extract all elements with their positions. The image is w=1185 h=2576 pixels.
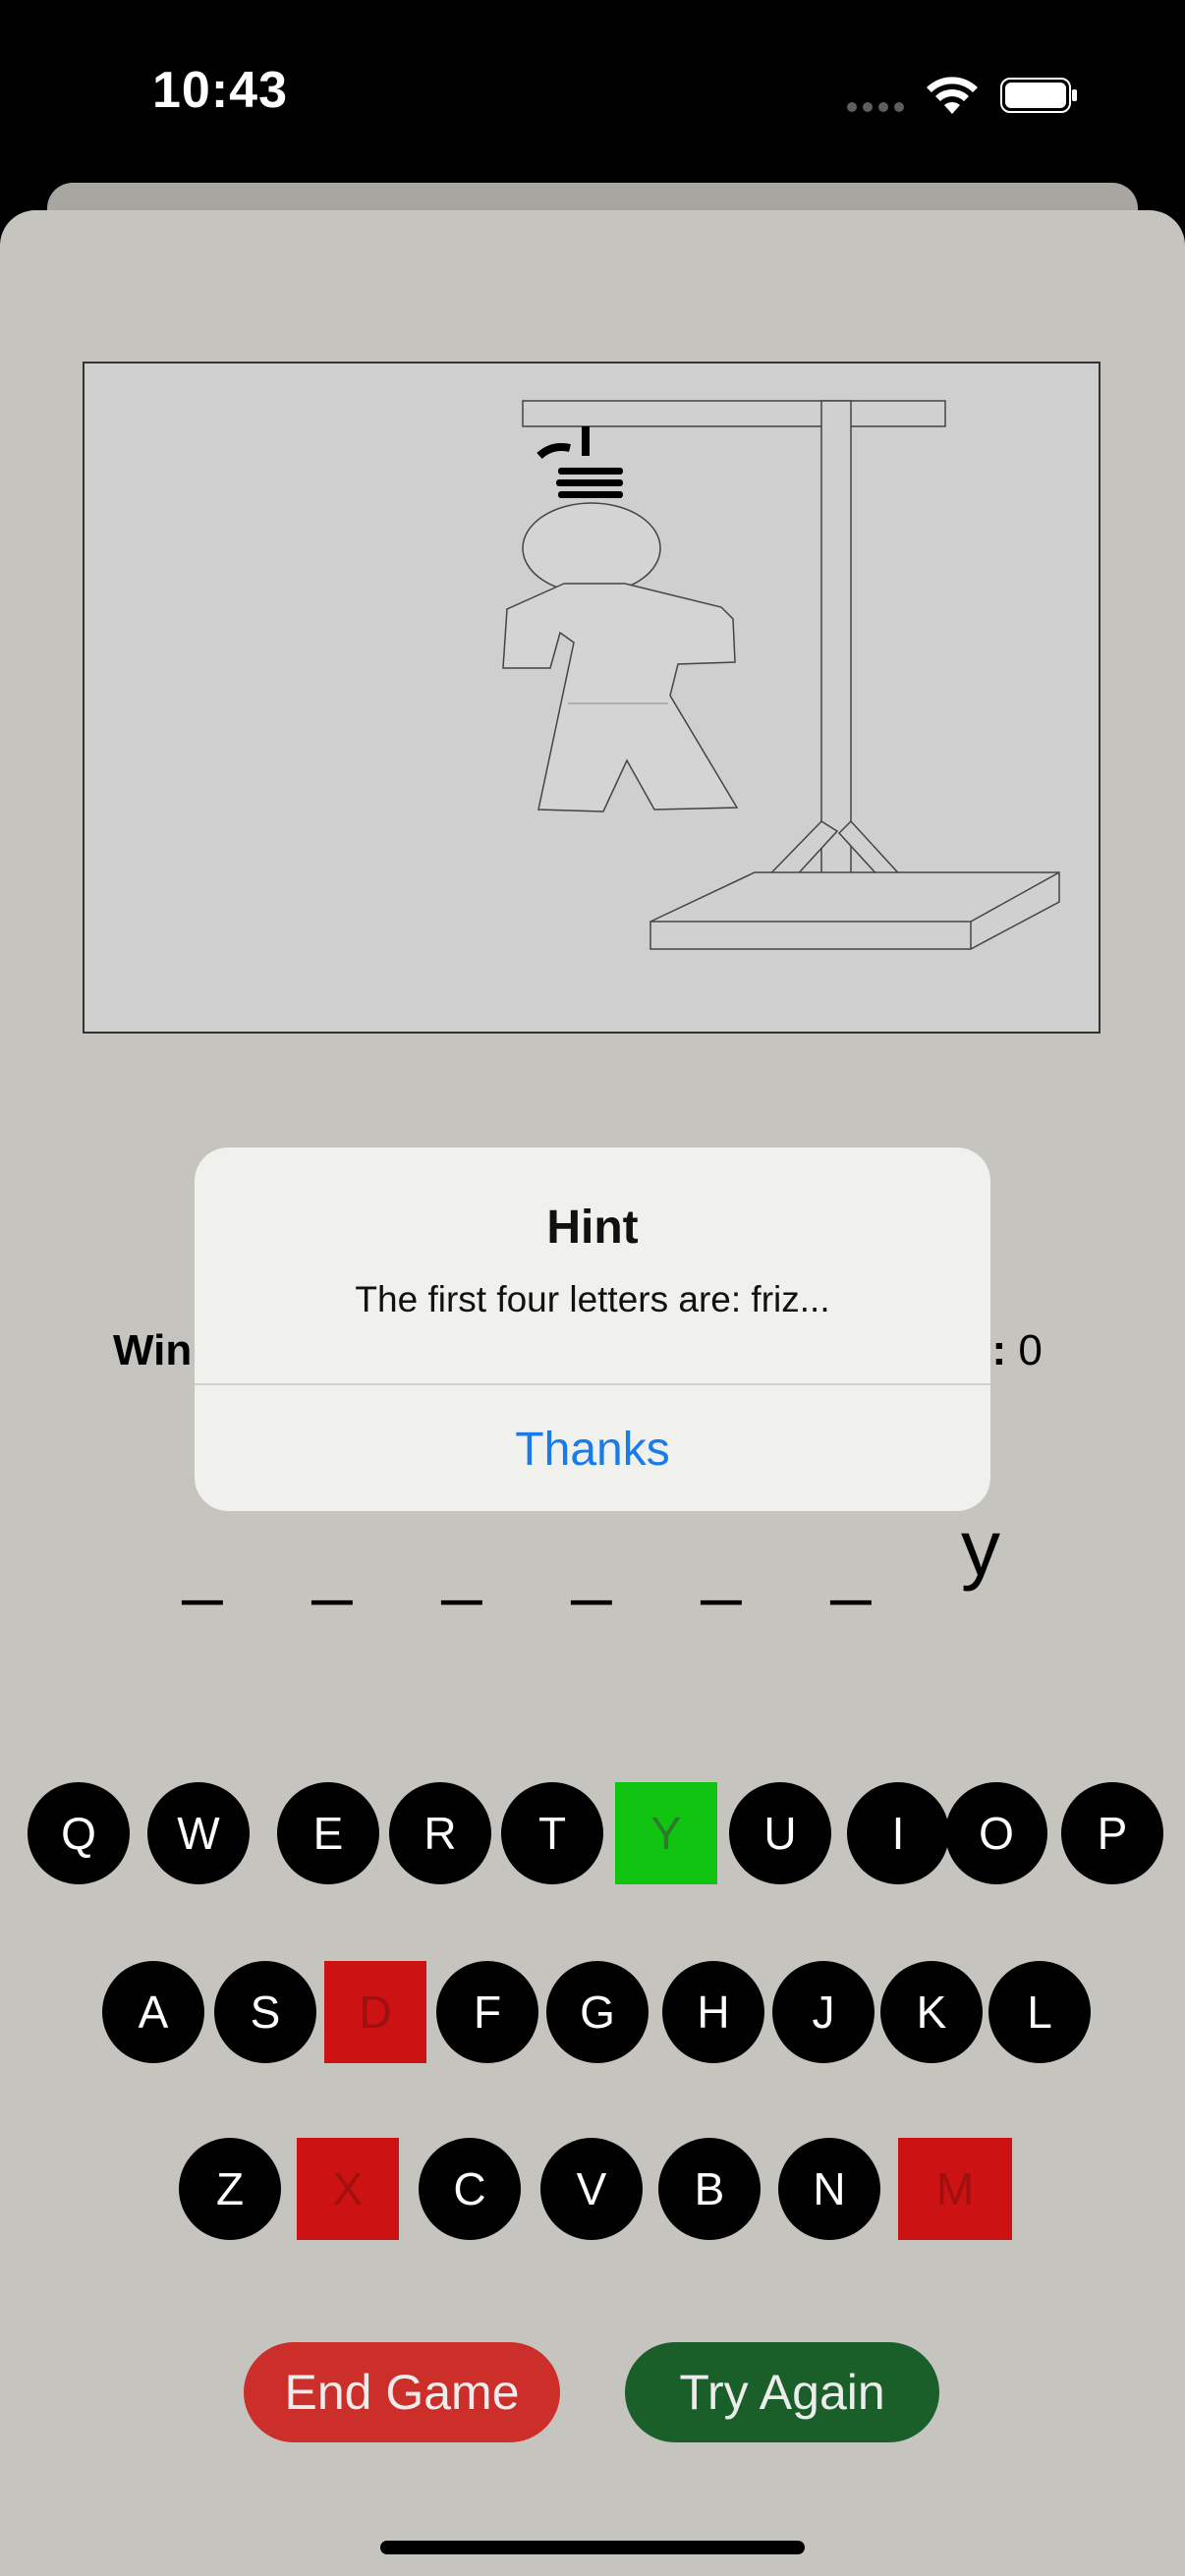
key-g[interactable]: G [546,1961,649,2063]
word-display: _ _ _ _ _ _ [167,1527,1022,1635]
key-s[interactable]: S [214,1961,316,2063]
key-p[interactable]: P [1061,1782,1163,1884]
key-n[interactable]: N [778,2138,880,2240]
key-m[interactable]: M [898,2138,1012,2240]
key-t[interactable]: T [501,1782,603,1884]
key-c[interactable]: C [419,2138,521,2240]
key-x[interactable]: X [297,2138,399,2240]
word-slot: _ [182,1528,223,1606]
key-u[interactable]: U [729,1782,831,1884]
word-slot: _ [571,1528,612,1606]
key-v[interactable]: V [540,2138,643,2240]
key-i[interactable]: I [847,1782,949,1884]
key-r[interactable]: R [389,1782,491,1884]
alert-title: Hint [546,1202,639,1254]
key-y[interactable]: Y [615,1782,717,1884]
key-d[interactable]: D [324,1961,426,2063]
key-f[interactable]: F [436,1961,538,2063]
key-j[interactable]: J [772,1961,875,2063]
key-q[interactable]: Q [28,1782,130,1884]
key-b[interactable]: B [658,2138,761,2240]
hint-alert: Hint The first four letters are: friz...… [195,1148,990,1511]
signal-dots-icon [847,102,906,114]
wifi-icon [927,77,978,114]
key-e[interactable]: E [277,1782,379,1884]
status-bar: 10:43 [0,0,1185,187]
hangman-drawing [83,362,1100,1034]
losses-value: 0 [1018,1326,1043,1374]
key-z[interactable]: Z [179,2138,281,2240]
word-slot: _ [441,1528,482,1606]
status-time: 10:43 [152,62,288,119]
key-k[interactable]: K [880,1961,983,2063]
try-again-button[interactable]: Try Again [625,2342,939,2442]
thanks-button[interactable]: Thanks [195,1387,990,1511]
key-h[interactable]: H [662,1961,764,2063]
key-l[interactable]: L [988,1961,1091,2063]
key-a[interactable]: A [102,1961,204,2063]
wins-label: Win [113,1326,193,1374]
word-slot: _ [311,1528,353,1606]
alert-divider [195,1383,990,1385]
word-slot: _ [701,1528,742,1606]
key-w[interactable]: W [147,1782,250,1884]
word-slot: _ [830,1528,872,1606]
alert-message: The first four letters are: friz... [355,1279,830,1319]
battery-icon [1000,78,1077,113]
home-indicator[interactable] [380,2541,805,2554]
revealed-letter: y [961,1504,1000,1592]
key-o[interactable]: O [945,1782,1047,1884]
end-game-button[interactable]: End Game [244,2342,560,2442]
